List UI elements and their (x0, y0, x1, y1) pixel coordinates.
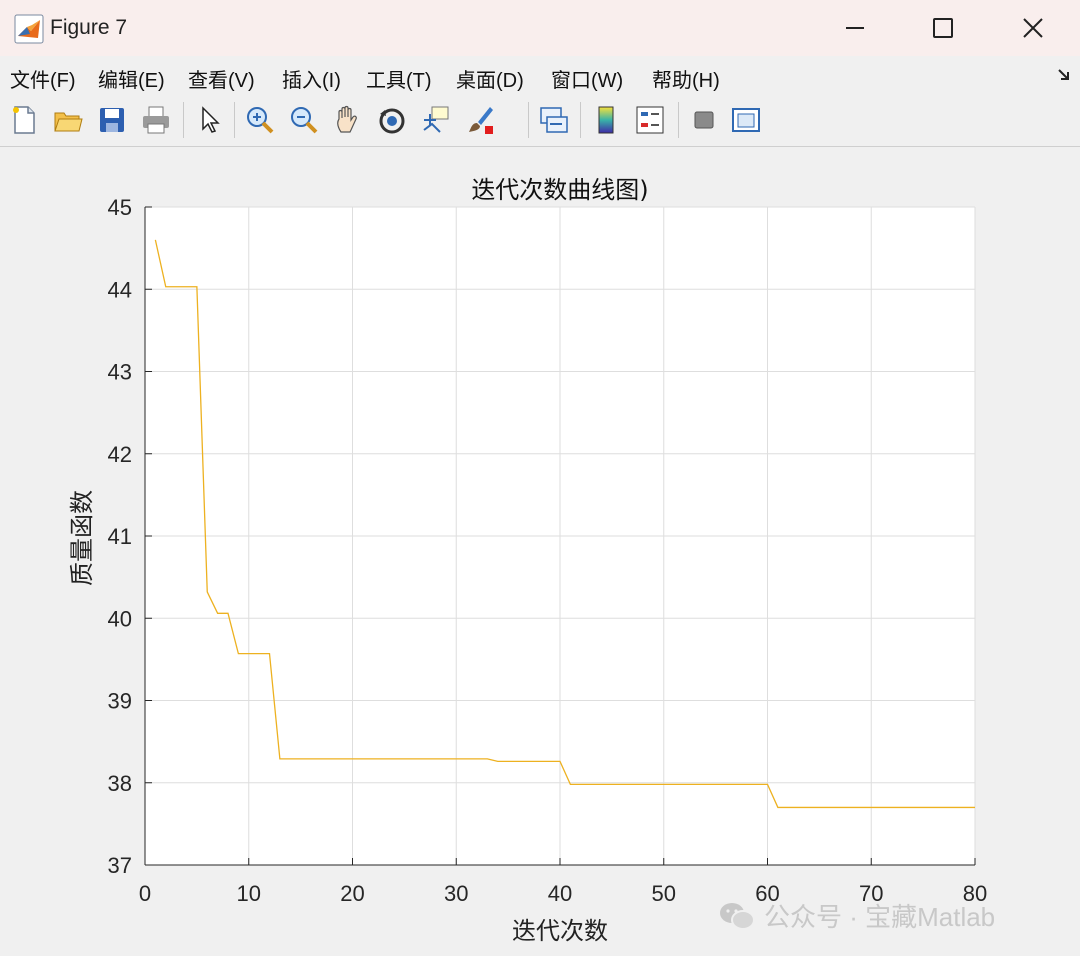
menu-help[interactable]: 帮助(H) (652, 64, 720, 93)
menu-tools[interactable]: 工具(T) (366, 64, 432, 93)
menu-desktop[interactable]: 桌面(D) (456, 64, 524, 93)
data-cursor-icon[interactable] (420, 104, 452, 136)
menu-view[interactable]: 查看(V) (188, 64, 255, 93)
close-icon (1023, 18, 1043, 38)
y-tick-label: 39 (108, 689, 132, 714)
y-axis-label: 质量函数 (68, 490, 96, 586)
maximize-button[interactable] (898, 0, 988, 56)
menu-bar: 文件(F) 编辑(E) 查看(V) 插入(I) 工具(T) 桌面(D) 窗口(W… (0, 56, 1080, 97)
watermark: 公众号 · 宝藏Matlab (718, 897, 995, 934)
y-tick-label: 37 (108, 853, 132, 878)
brush-icon[interactable] (464, 104, 496, 136)
new-figure-icon[interactable] (8, 104, 40, 136)
y-tick-label: 44 (108, 277, 132, 302)
colorbar-icon[interactable] (590, 104, 622, 136)
pointer-icon[interactable] (194, 104, 226, 136)
show-plot-tools-icon[interactable] (730, 104, 762, 136)
zoom-out-icon[interactable] (288, 104, 320, 136)
x-tick-label: 30 (444, 881, 468, 906)
window-title: Figure 7 (50, 16, 128, 39)
toolbar-separator (183, 102, 184, 138)
open-file-icon[interactable] (52, 104, 84, 136)
title-bar[interactable]: Figure 7 (0, 0, 1080, 56)
matlab-icon (14, 14, 44, 44)
rotate-3d-icon[interactable] (376, 104, 408, 136)
y-tick-label: 38 (108, 771, 132, 796)
link-plot-icon[interactable] (538, 104, 570, 136)
zoom-in-icon[interactable] (244, 104, 276, 136)
menu-window[interactable]: 窗口(W) (551, 64, 623, 93)
print-icon[interactable] (140, 104, 172, 136)
y-tick-label: 43 (108, 360, 132, 385)
save-icon[interactable] (96, 104, 128, 136)
x-tick-label: 0 (139, 881, 151, 906)
y-tick-label: 42 (108, 442, 132, 467)
hide-plot-tools-icon[interactable] (688, 104, 720, 136)
legend-icon[interactable] (634, 104, 666, 136)
chart-title: 迭代次数曲线图) (471, 176, 648, 204)
minimize-button[interactable] (810, 0, 900, 56)
wechat-icon (720, 902, 755, 930)
x-tick-label: 20 (340, 881, 364, 906)
figure-window: Figure 7 文件(F) 编辑(E) 查看(V) 插入(I) 工具(T) 桌… (0, 0, 1080, 956)
toolbar-separator (528, 102, 529, 138)
menu-edit[interactable]: 编辑(E) (98, 64, 165, 93)
y-tick-label: 40 (108, 606, 132, 631)
plot-axes[interactable]: 0 10 20 30 40 50 60 70 80373839404142434445迭代次数曲… (0, 147, 1080, 956)
pan-icon[interactable] (332, 104, 364, 136)
menu-file[interactable]: 文件(F) (10, 64, 76, 93)
toolbar-separator (678, 102, 679, 138)
y-tick-label: 45 (108, 195, 132, 220)
x-tick-label: 10 (237, 881, 261, 906)
watermark-text: 公众号 · 宝藏Matlab (764, 902, 996, 932)
x-tick-label: 50 (652, 881, 676, 906)
toolbar-separator (234, 102, 235, 138)
close-button[interactable] (988, 0, 1078, 56)
x-axis-label: 迭代次数 (512, 917, 608, 945)
y-tick-label: 41 (108, 524, 132, 549)
minimize-icon (846, 27, 864, 29)
undock-arrow-icon[interactable] (1057, 68, 1071, 82)
figure-canvas: 0 10 20 30 40 50 60 70 80 37 38 39 40 41 42 43 44 45 迭代次数曲… (0, 147, 1080, 956)
toolbar-separator (580, 102, 581, 138)
toolbar (0, 96, 1080, 219)
maximize-icon (933, 18, 953, 38)
x-tick-label: 40 (548, 881, 572, 906)
menu-insert[interactable]: 插入(I) (282, 64, 341, 93)
